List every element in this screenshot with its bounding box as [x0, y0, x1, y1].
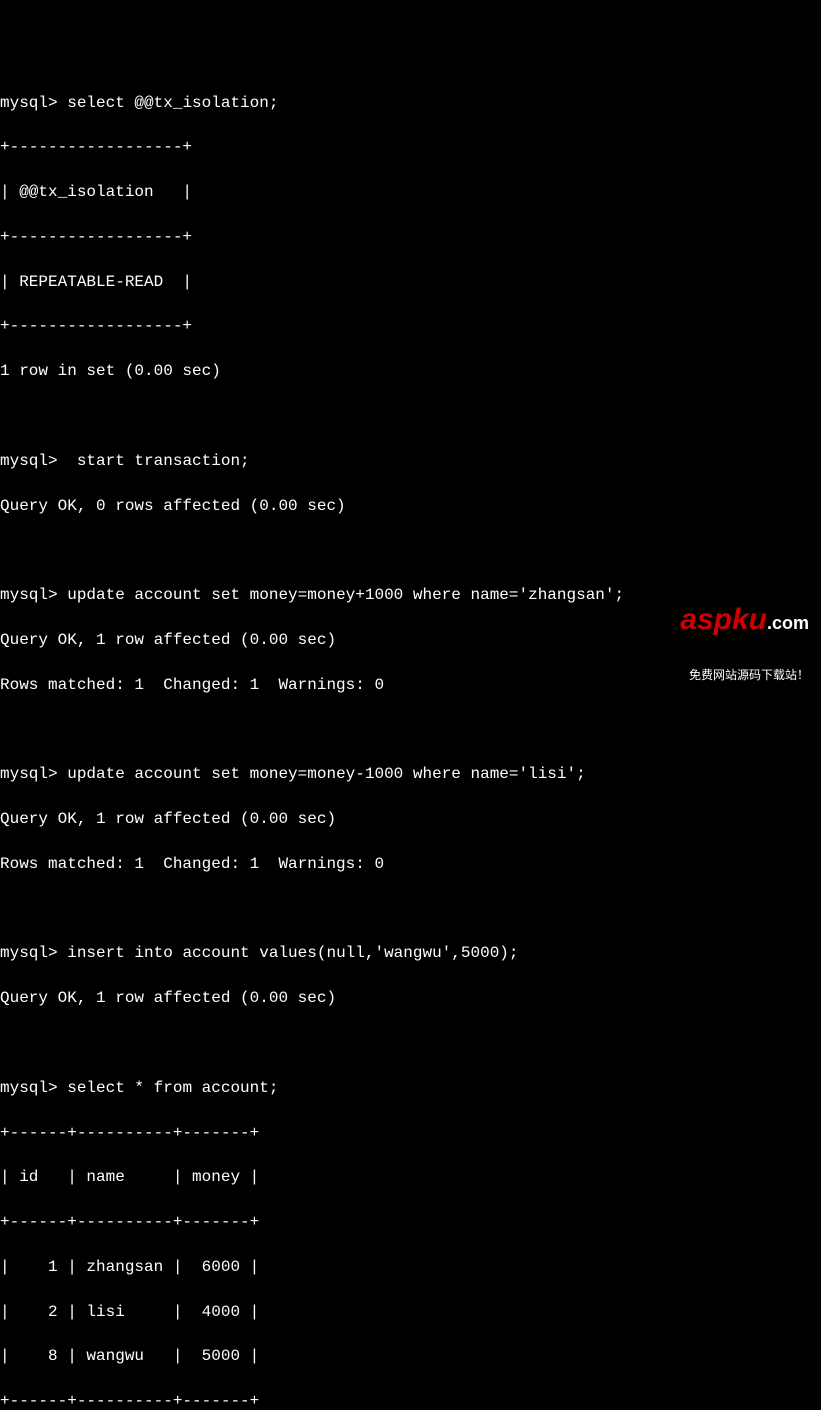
table-border: +------------------+	[0, 136, 821, 158]
blank-line	[0, 539, 821, 561]
sql-command: update account set money=money+1000 wher…	[67, 586, 624, 604]
table-border: +------------------+	[0, 226, 821, 248]
table-row: | REPEATABLE-READ |	[0, 271, 821, 293]
result-line: Rows matched: 1 Changed: 1 Warnings: 0	[0, 853, 821, 875]
terminal-line: mysql> select * from account;	[0, 1077, 821, 1099]
blank-line	[0, 719, 821, 741]
sql-command: insert into account values(null,'wangwu'…	[67, 944, 518, 962]
prompt: mysql>	[0, 944, 58, 962]
table-border: +------------------+	[0, 315, 821, 337]
prompt: mysql>	[0, 765, 58, 783]
result-line: Query OK, 0 rows affected (0.00 sec)	[0, 495, 821, 517]
prompt: mysql>	[0, 1079, 58, 1097]
sql-command: update account set money=money-1000 wher…	[67, 765, 585, 783]
watermark: aspku.com 免费网站源码下载站！	[680, 573, 809, 697]
blank-line	[0, 1032, 821, 1054]
watermark-tagline: 免费网站源码下载站！	[680, 669, 809, 681]
sql-command: select @@tx_isolation;	[67, 94, 278, 112]
terminal-line: mysql> start transaction;	[0, 450, 821, 472]
table-row: | 2 | lisi | 4000 |	[0, 1301, 821, 1323]
blank-line	[0, 405, 821, 427]
result-line: Query OK, 1 row affected (0.00 sec)	[0, 808, 821, 830]
terminal-line: mysql> insert into account values(null,'…	[0, 942, 821, 964]
terminal-line: mysql> update account set money=money-10…	[0, 763, 821, 785]
table-row: | 8 | wangwu | 5000 |	[0, 1345, 821, 1367]
table-header: | id | name | money |	[0, 1166, 821, 1188]
table-border: +------+----------+-------+	[0, 1211, 821, 1233]
prompt: mysql>	[0, 586, 58, 604]
table-header: | @@tx_isolation |	[0, 181, 821, 203]
table-border: +------+----------+-------+	[0, 1390, 821, 1410]
result-line: Query OK, 1 row affected (0.00 sec)	[0, 987, 821, 1009]
terminal-line: mysql> select @@tx_isolation;	[0, 92, 821, 114]
table-row: | 1 | zhangsan | 6000 |	[0, 1256, 821, 1278]
prompt: mysql>	[0, 452, 58, 470]
sql-command: start transaction;	[67, 452, 249, 470]
watermark-brand: aspku.com	[680, 605, 809, 635]
result-line: 1 row in set (0.00 sec)	[0, 360, 821, 382]
blank-line	[0, 898, 821, 920]
table-border: +------+----------+-------+	[0, 1122, 821, 1144]
prompt: mysql>	[0, 94, 58, 112]
sql-command: select * from account;	[67, 1079, 278, 1097]
